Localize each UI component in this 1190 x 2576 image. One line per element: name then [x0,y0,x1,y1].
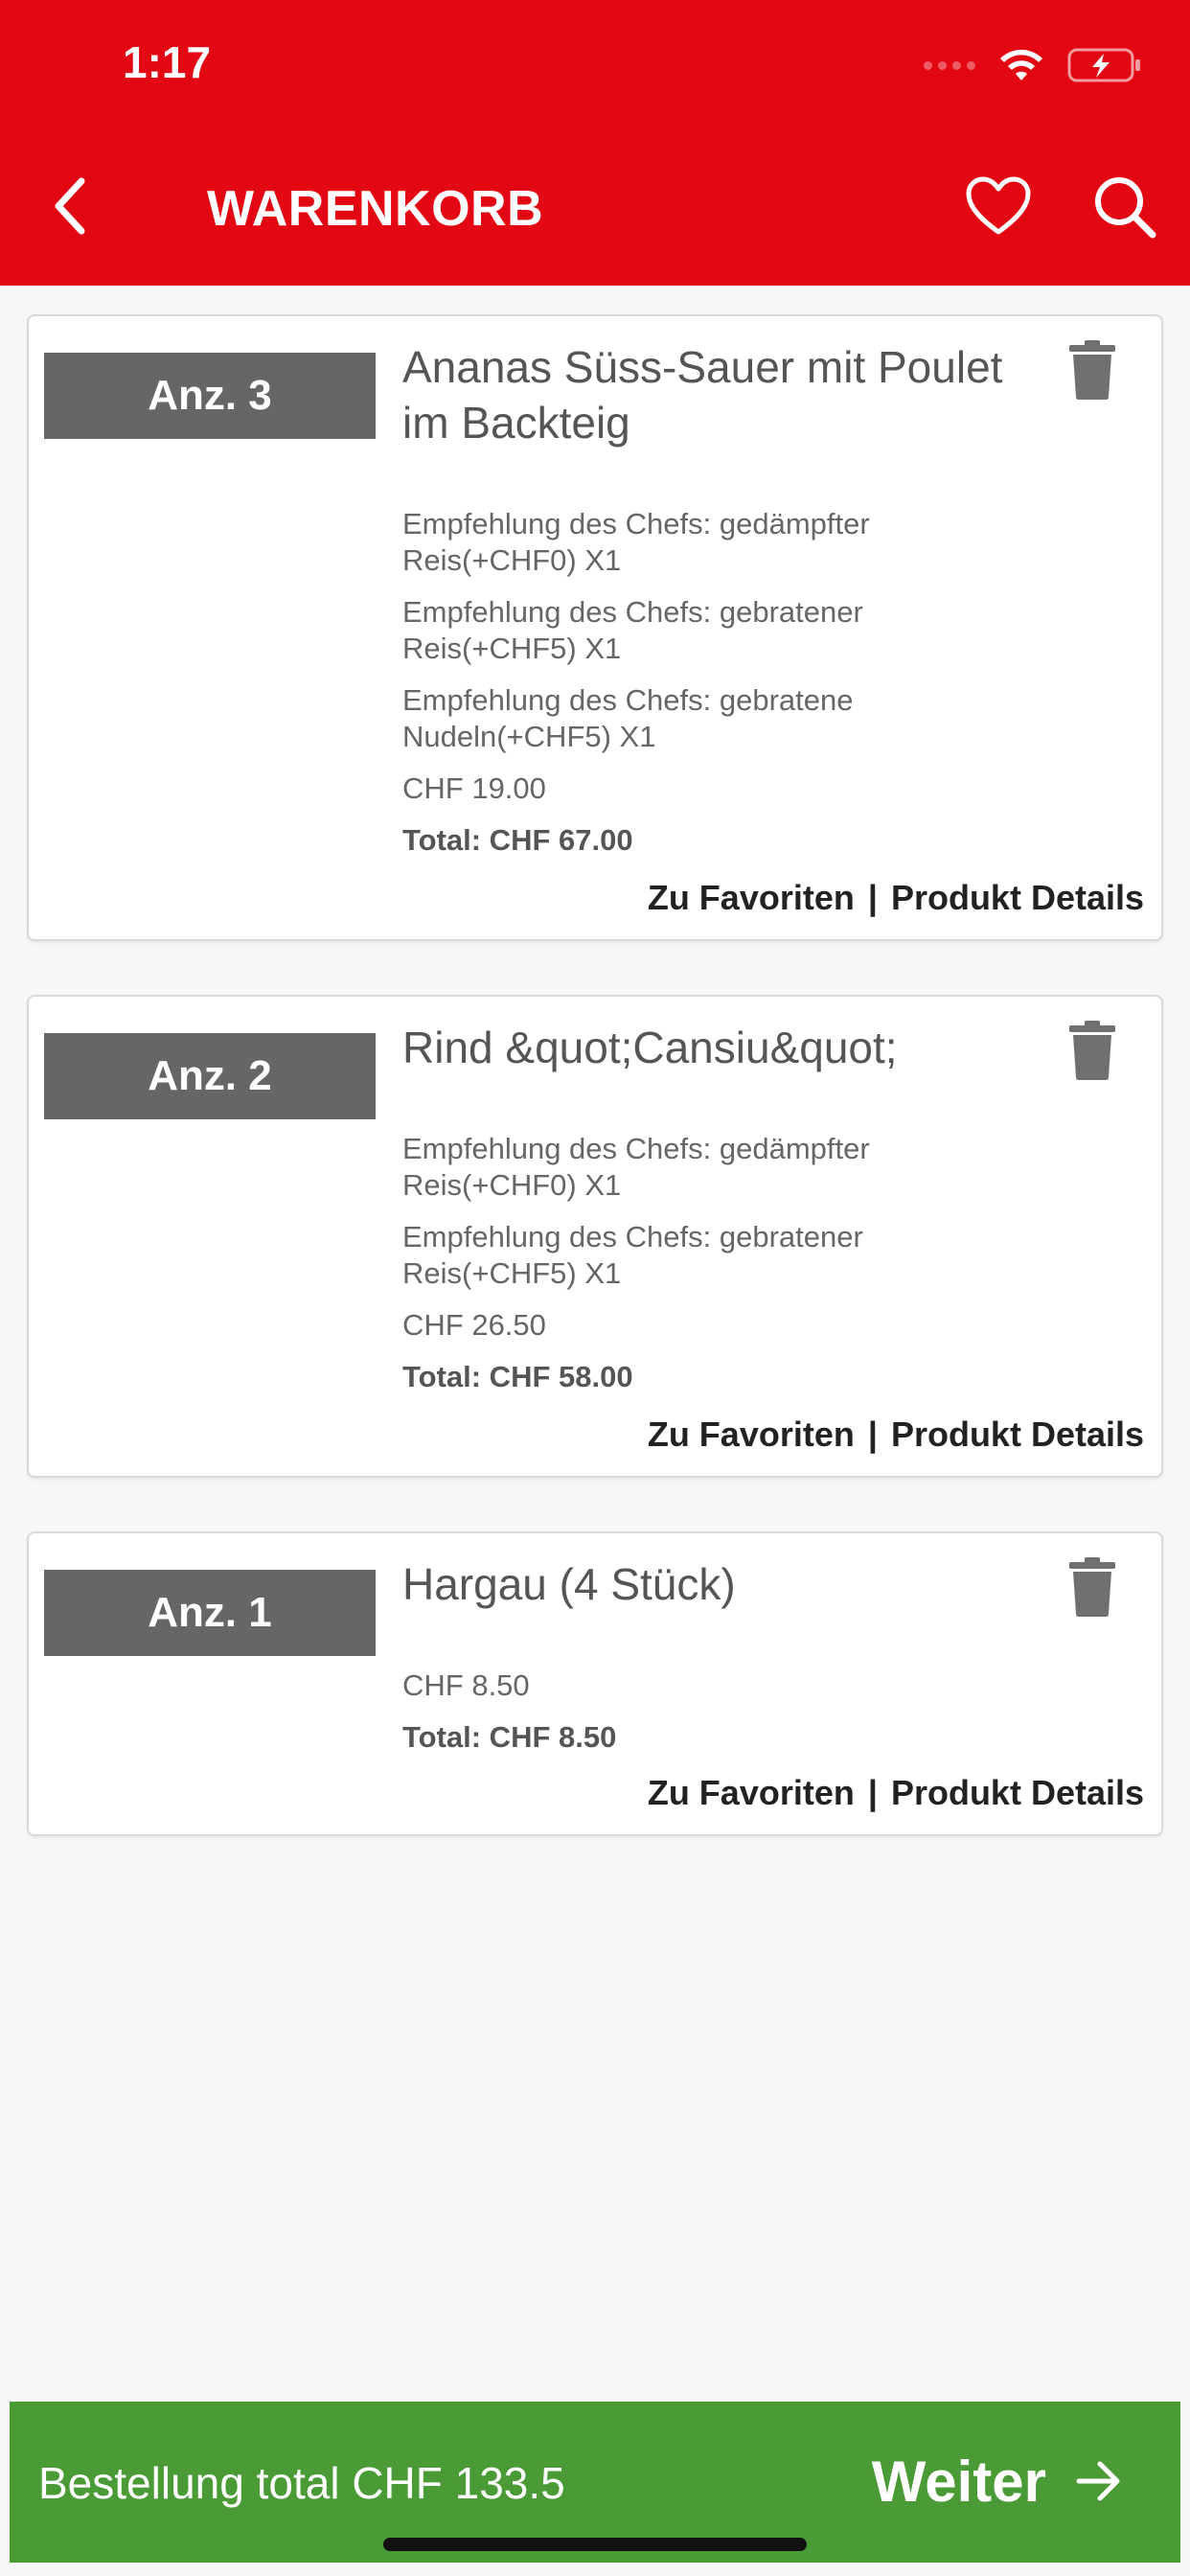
item-total: Total: CHF 58.00 [402,1360,633,1393]
item-details: Empfehlung des Chefs: gedämpfter Reis(+C… [402,506,1016,859]
add-to-favorites-link[interactable]: Zu Favoriten [648,1414,855,1455]
trash-icon[interactable] [1065,1020,1119,1081]
product-details-link[interactable]: Produkt Details [891,1773,1144,1813]
product-name: Ananas Süss-Sauer mit Poulet im Backteig [402,342,1003,448]
option-line: Empfehlung des Chefs: gebratener Reis(+C… [402,1220,863,1290]
item-details: Empfehlung des Chefs: gedämpfter Reis(+C… [402,1131,1016,1395]
status-icons [924,38,1142,92]
trash-icon[interactable] [1065,1556,1119,1618]
next-button[interactable]: Weiter [872,2438,1123,2524]
link-separator: | [867,1773,878,1812]
quantity-badge[interactable]: Anz. 2 [44,1033,376,1119]
product-details-link[interactable]: Produkt Details [891,1414,1144,1455]
quantity-badge[interactable]: Anz. 3 [44,353,376,439]
app-header: 1:17 WARENKORB [0,0,1190,286]
trash-icon[interactable] [1065,339,1119,401]
item-links: Zu Favoriten | Produkt Details [648,1414,1144,1455]
favorites-button[interactable] [960,172,1037,240]
back-button[interactable] [36,172,103,240]
item-total: Total: CHF 8.50 [402,1720,617,1754]
home-indicator[interactable] [383,2538,807,2551]
unit-price: CHF 8.50 [402,1668,530,1702]
item-links: Zu Favoriten | Produkt Details [648,878,1144,918]
next-label: Weiter [871,2449,1046,2514]
cart-item-card: Anz. 2 Rind &quot;Cansiu&quot; Empfehlun… [27,995,1163,1478]
unit-price: CHF 26.50 [402,1308,546,1342]
arrow-right-icon [1076,2461,1120,2501]
navigation-bar: WARENKORB [0,144,1190,268]
add-to-favorites-link[interactable]: Zu Favoriten [648,878,855,918]
item-total: Total: CHF 67.00 [402,823,633,857]
item-details: CHF 8.50 Total: CHF 8.50 [402,1668,1016,1756]
product-name: Hargau (4 Stück) [402,1559,736,1609]
option-line: Empfehlung des Chefs: gebratene Nudeln(+… [402,683,854,753]
cart-item-card: Anz. 1 Hargau (4 Stück) CHF 8.50 Total: … [27,1531,1163,1836]
product-name: Rind &quot;Cansiu&quot; [402,1023,898,1072]
order-total: Bestellung total CHF 133.5 [38,2458,565,2508]
battery-charging-icon [1067,48,1140,82]
link-separator: | [867,878,878,917]
page-title: WARENKORB [207,181,544,237]
wifi-icon [1000,49,1042,80]
option-line: Empfehlung des Chefs: gedämpfter Reis(+C… [402,1132,870,1202]
search-button[interactable] [1087,171,1163,243]
option-line: Empfehlung des Chefs: gebratener Reis(+C… [402,595,863,665]
cellular-signal-icon [924,60,975,70]
cart-item-card: Anz. 3 Ananas Süss-Sauer mit Poulet im B… [27,314,1163,941]
heart-outline-icon [966,176,1031,235]
item-links: Zu Favoriten | Produkt Details [648,1773,1144,1813]
search-icon [1095,177,1156,239]
unit-price: CHF 19.00 [402,771,546,805]
quantity-badge[interactable]: Anz. 1 [44,1570,376,1656]
status-time: 1:17 [123,37,212,87]
add-to-favorites-link[interactable]: Zu Favoriten [648,1773,855,1813]
option-line: Empfehlung des Chefs: gedämpfter Reis(+C… [402,507,870,577]
product-details-link[interactable]: Produkt Details [891,878,1144,918]
link-separator: | [867,1414,878,1454]
chevron-left-icon [55,177,85,235]
